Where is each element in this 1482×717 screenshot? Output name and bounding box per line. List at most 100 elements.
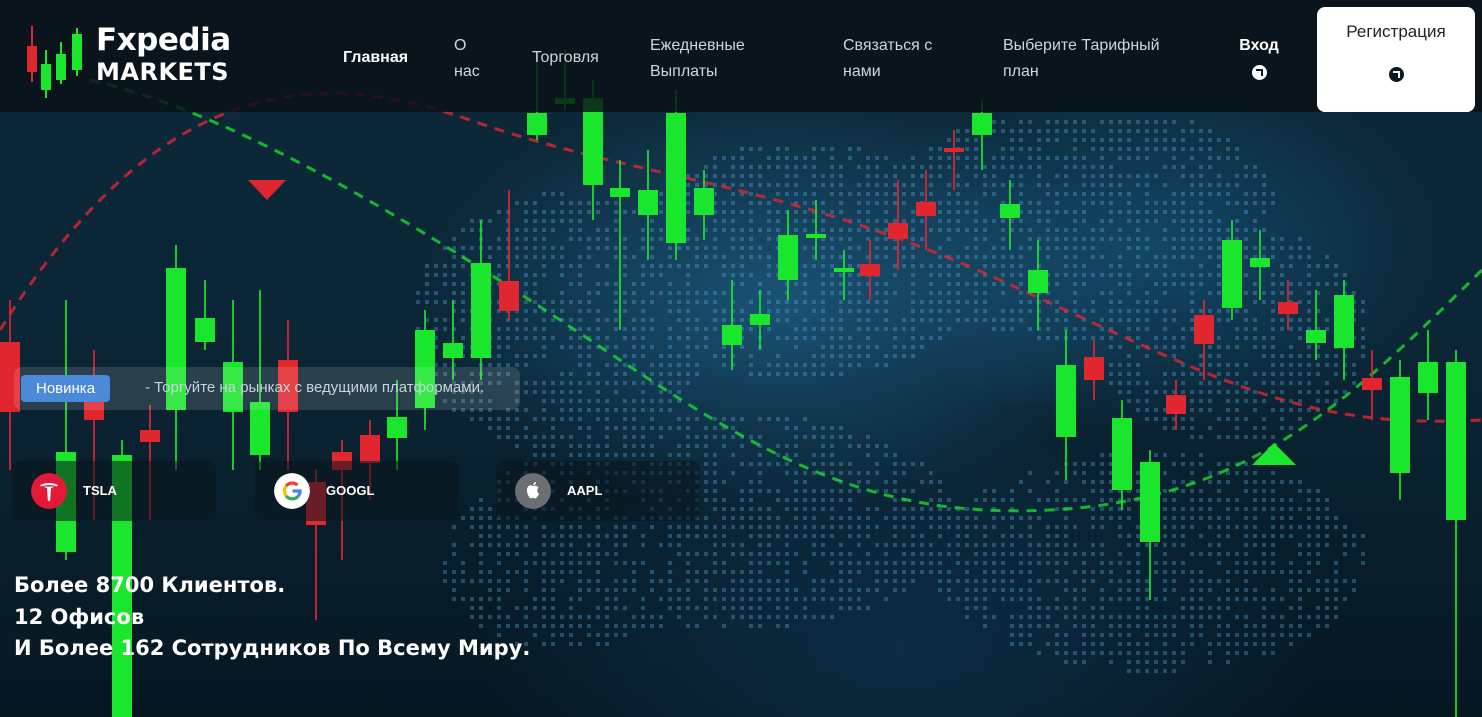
map-dot [965,534,969,538]
map-dot [533,633,537,637]
map-dot [1199,408,1203,412]
map-dot [677,597,681,601]
map-dot [758,480,762,484]
map-dot [1244,273,1248,277]
map-dot [524,525,528,529]
map-dot [848,291,852,295]
map-dot [1217,237,1221,241]
map-dot [1217,381,1221,385]
map-dot [731,183,735,187]
map-dot [1343,273,1347,277]
map-dot [938,255,942,259]
map-dot [731,264,735,268]
map-dot [497,273,501,277]
map-dot [551,228,555,232]
map-dot [740,246,744,250]
map-dot [1136,399,1140,403]
map-dot [587,408,591,412]
map-dot [686,624,690,628]
map-dot [1208,129,1212,133]
nav-link-about[interactable]: О нас [454,33,494,85]
map-dot [758,471,762,475]
map-dot [992,543,996,547]
map-dot [1307,615,1311,619]
map-dot [560,624,564,628]
map-dot [677,309,681,313]
nav-link-daily-payouts[interactable]: Ежедневные Выплаты [650,33,780,85]
map-dot [785,417,789,421]
nav-link-trade[interactable]: Торговля [532,45,599,71]
map-dot [1100,336,1104,340]
map-dot [1019,318,1023,322]
nav-link-contact[interactable]: Связаться с нами [843,33,963,85]
map-dot [893,543,897,547]
map-dot [1010,624,1014,628]
register-button[interactable]: Регистрация [1317,7,1475,112]
map-dot [587,201,591,205]
brand-logo[interactable]: Fxpedia MARKETS [26,18,256,98]
ticker-card-googl[interactable]: GOOGL [255,461,459,521]
map-dot [740,228,744,232]
map-dot [1028,633,1032,637]
map-dot [1010,273,1014,277]
map-dot [812,507,816,511]
map-dot [965,543,969,547]
map-dot [650,399,654,403]
map-dot [767,255,771,259]
map-dot [659,273,663,277]
nav-link-choose-plan[interactable]: Выберите Тарифный план [1003,33,1193,85]
map-dot [1136,363,1140,367]
map-dot [1109,129,1113,133]
map-dot [1082,633,1086,637]
login-button[interactable]: Вход [1226,33,1292,89]
news-banner[interactable]: Новинка - Торгуйте на рынках с ведущими … [14,367,520,410]
map-dot [623,363,627,367]
map-dot [641,282,645,286]
map-dot [704,570,708,574]
map-dot [830,282,834,286]
map-dot [659,363,663,367]
map-dot [902,561,906,565]
ticker-card-tsla[interactable]: TSLA [12,461,216,521]
map-dot [1172,669,1176,673]
map-dot [569,408,573,412]
map-dot [893,570,897,574]
nav-link-home[interactable]: Главная [343,45,408,71]
map-dot [893,498,897,502]
map-dot [938,210,942,214]
map-dot [902,552,906,556]
map-dot [695,174,699,178]
map-dot [1055,318,1059,322]
map-dot [1226,309,1230,313]
map-dot [1226,624,1230,628]
map-dot [1172,372,1176,376]
map-dot [1109,309,1113,313]
map-dot [1181,534,1185,538]
map-dot [830,552,834,556]
map-dot [560,417,564,421]
map-dot [1028,210,1032,214]
map-dot [1235,408,1239,412]
map-dot [1271,237,1275,241]
map-dot [722,210,726,214]
map-dot [758,435,762,439]
map-dot [1307,282,1311,286]
stat-employees: И Более 162 Сотрудников По Всему Миру. [14,636,531,660]
map-dot [812,597,816,601]
map-dot [686,345,690,349]
map-dot [1190,372,1194,376]
map-dot [659,624,663,628]
map-dot [1271,633,1275,637]
map-dot [1091,651,1095,655]
map-dot [1028,246,1032,250]
map-dot [1208,552,1212,556]
map-dot [1199,633,1203,637]
map-dot [596,534,600,538]
map-dot [596,444,600,448]
map-dot [1046,480,1050,484]
ticker-card-aapl[interactable]: AAPL [496,461,700,521]
map-dot [839,237,843,241]
map-dot [1325,507,1329,511]
map-dot [1361,561,1365,565]
map-dot [740,579,744,583]
